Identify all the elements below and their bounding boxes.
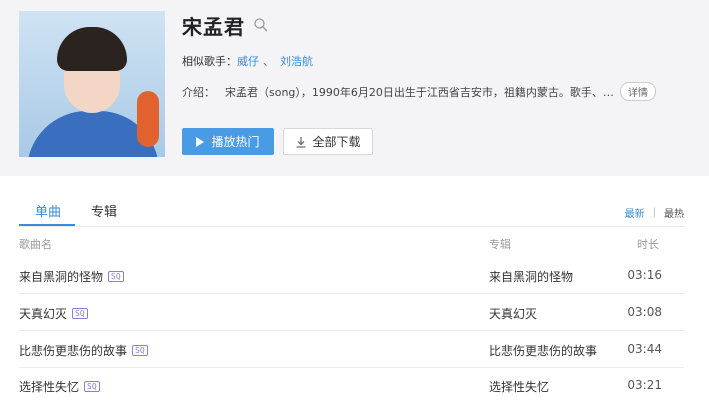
song-album[interactable]: 来自黑洞的怪物 bbox=[489, 268, 573, 285]
sort-options: 最新 | 最热 bbox=[625, 205, 684, 220]
detail-button[interactable]: 详情 bbox=[619, 82, 656, 101]
play-icon bbox=[196, 136, 205, 147]
avatar-koi-decoration bbox=[137, 91, 159, 147]
tab-albums[interactable]: 专辑 bbox=[91, 201, 117, 220]
download-icon bbox=[296, 136, 306, 148]
song-duration: 03:21 bbox=[627, 378, 662, 392]
sort-hottest[interactable]: 最热 bbox=[664, 205, 684, 220]
artist-avatar bbox=[19, 11, 165, 157]
download-all-button[interactable]: 全部下载 bbox=[283, 128, 373, 155]
song-title[interactable]: 选择性失忆 bbox=[19, 378, 79, 395]
tab-singles[interactable]: 单曲 bbox=[35, 201, 61, 220]
song-duration: 03:16 bbox=[627, 268, 662, 282]
song-title[interactable]: 比悲伤更悲伤的故事 bbox=[19, 342, 127, 359]
artist-intro: 介绍： 宋孟君（song），1990年6月20日出生于江西省吉安市，祖籍内蒙古。… bbox=[182, 82, 656, 101]
sq-badge: SQ bbox=[84, 381, 100, 392]
song-album[interactable]: 天真幻灭 bbox=[489, 305, 537, 322]
column-header-song: 歌曲名 bbox=[19, 238, 52, 251]
sq-badge: SQ bbox=[132, 345, 148, 356]
song-row[interactable]: 比悲伤更悲伤的故事 SQ 比悲伤更悲伤的故事 03:44 bbox=[19, 331, 684, 368]
sort-newest[interactable]: 最新 bbox=[625, 205, 645, 220]
active-tab-indicator bbox=[19, 224, 75, 226]
artist-name: 宋孟君 bbox=[182, 14, 245, 39]
artist-title-row: 宋孟君 bbox=[182, 12, 269, 39]
song-title[interactable]: 天真幻灭 bbox=[19, 305, 67, 322]
play-hot-label: 播放热门 bbox=[211, 135, 260, 149]
column-header-duration: 时长 bbox=[637, 238, 659, 251]
column-header-album: 专辑 bbox=[489, 238, 511, 251]
song-row[interactable]: 天真幻灭 SQ 天真幻灭 03:08 bbox=[19, 294, 684, 331]
song-title-cell: 比悲伤更悲伤的故事 SQ bbox=[19, 342, 148, 359]
song-album[interactable]: 选择性失忆 bbox=[489, 378, 549, 395]
sq-badge: SQ bbox=[72, 308, 88, 319]
avatar-hair bbox=[57, 27, 127, 71]
sort-separator: | bbox=[652, 207, 656, 218]
search-icon[interactable] bbox=[253, 17, 269, 33]
download-all-label: 全部下载 bbox=[312, 135, 361, 149]
song-duration: 03:08 bbox=[627, 305, 662, 319]
content-tabs: 单曲 专辑 最新 | 最热 bbox=[19, 199, 684, 227]
song-title-cell: 天真幻灭 SQ bbox=[19, 305, 88, 322]
song-row[interactable]: 选择性失忆 SQ 选择性失忆 03:21 bbox=[19, 367, 684, 404]
similar-artists: 相似歌手： 威仔 、 刘浩航 bbox=[182, 53, 313, 69]
song-title-cell: 来自黑洞的怪物 SQ bbox=[19, 268, 124, 285]
intro-label: 介绍： bbox=[182, 85, 215, 99]
song-duration: 03:44 bbox=[627, 342, 662, 356]
song-title[interactable]: 来自黑洞的怪物 bbox=[19, 268, 103, 285]
similar-artist-link-1[interactable]: 威仔 bbox=[237, 53, 259, 69]
play-hot-button[interactable]: 播放热门 bbox=[182, 128, 274, 155]
song-title-cell: 选择性失忆 SQ bbox=[19, 378, 100, 395]
artist-header: 宋孟君 相似歌手： 威仔 、 刘浩航 介绍： 宋孟君（song），1990年6月… bbox=[0, 0, 709, 176]
song-album[interactable]: 比悲伤更悲伤的故事 bbox=[489, 342, 597, 359]
similar-artist-link-2[interactable]: 刘浩航 bbox=[280, 53, 313, 69]
sq-badge: SQ bbox=[108, 271, 124, 282]
intro-text: 宋孟君（song），1990年6月20日出生于江西省吉安市，祖籍内蒙古。歌手、… bbox=[225, 85, 614, 99]
similar-artists-label: 相似歌手： bbox=[182, 55, 237, 68]
similar-artist-separator: 、 bbox=[263, 55, 274, 68]
song-row[interactable]: 来自黑洞的怪物 SQ 来自黑洞的怪物 03:16 bbox=[19, 257, 684, 294]
